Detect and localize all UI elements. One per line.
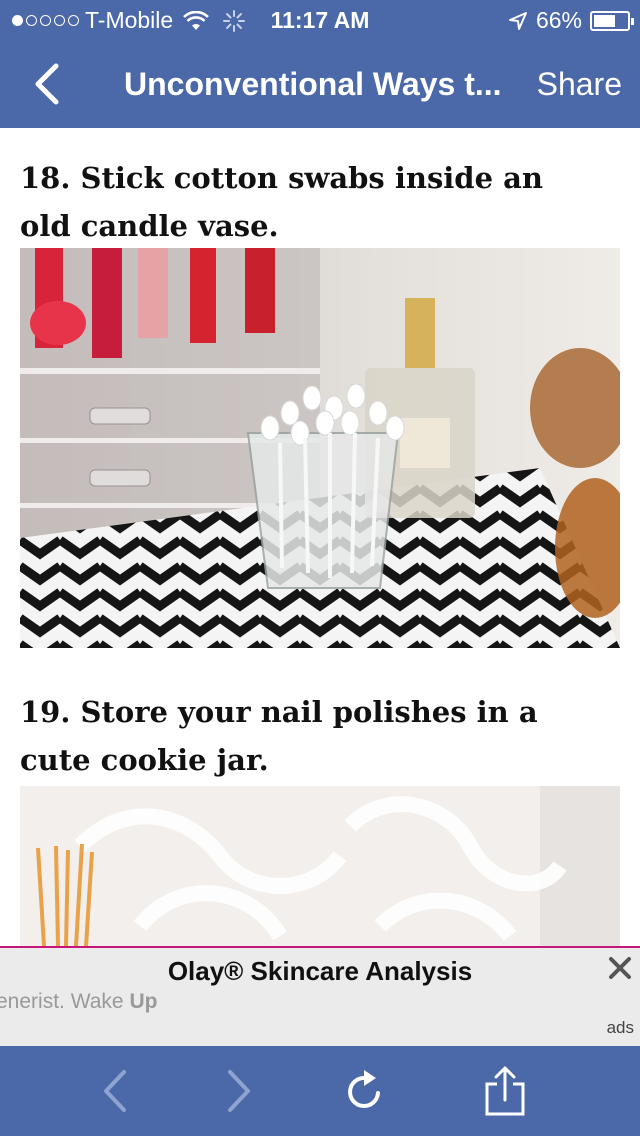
top-bar: T-Mobile 11:17 AM 66% Unconventional Way… bbox=[0, 0, 640, 128]
cotton-swabs-photo bbox=[20, 248, 620, 648]
close-icon[interactable] bbox=[606, 954, 634, 982]
reload-icon[interactable] bbox=[340, 1066, 390, 1116]
back-arrow-icon[interactable] bbox=[92, 1066, 142, 1116]
location-arrow-icon bbox=[508, 11, 527, 30]
item-heading: 19. Store your nail polishes in a cute c… bbox=[20, 695, 538, 777]
battery-icon bbox=[590, 10, 634, 31]
battery-percent: 66% bbox=[535, 7, 582, 33]
ad-text-prefix: enerist. Wake bbox=[0, 990, 130, 1013]
chevron-left-icon[interactable] bbox=[28, 62, 68, 106]
nav-bar: Unconventional Ways t... Share bbox=[0, 40, 640, 128]
ad-text-bold: Up bbox=[129, 990, 158, 1013]
article-content: 18. Stick cotton swabs inside an old can… bbox=[0, 128, 640, 946]
ad-banner[interactable]: Olay® Skincare Analysis enerist. Wake Up… bbox=[0, 946, 640, 1046]
page-title: Unconventional Ways t... bbox=[124, 66, 502, 102]
ad-text: enerist. Wake Up bbox=[0, 990, 157, 1014]
browser-toolbar bbox=[0, 1046, 640, 1136]
status-right: 66% bbox=[508, 7, 634, 34]
cookie-jar-photo bbox=[20, 786, 620, 946]
ad-title[interactable]: Olay® Skincare Analysis bbox=[0, 956, 640, 987]
forward-arrow-icon[interactable] bbox=[212, 1066, 262, 1116]
status-bar: T-Mobile 11:17 AM 66% bbox=[0, 0, 640, 40]
item-heading: 18. Stick cotton swabs inside an old can… bbox=[20, 161, 543, 243]
share-icon[interactable] bbox=[480, 1066, 530, 1116]
ads-label: ads bbox=[606, 1018, 634, 1037]
share-button[interactable]: Share bbox=[537, 66, 622, 103]
